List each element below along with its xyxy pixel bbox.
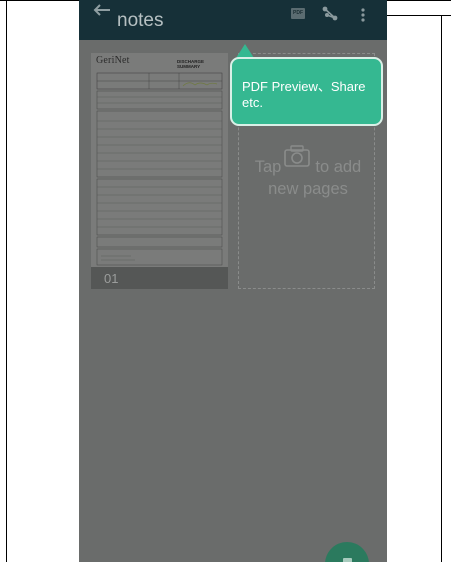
app-toolbar: notes PDF	[79, 0, 387, 40]
tooltip-arrow	[236, 44, 254, 58]
add-fab-button[interactable]	[325, 542, 369, 562]
document-heading: DISCHARGE SUMMARY	[177, 59, 205, 69]
pdf-icon[interactable]: PDF	[291, 8, 305, 19]
add-hint-tap: Tap	[254, 158, 282, 176]
camera-icon	[343, 558, 352, 562]
document-preview	[91, 53, 228, 289]
share-icon[interactable]	[322, 5, 338, 21]
tooltip-text: PDF Preview、Share etc.	[242, 79, 366, 110]
page-number: 01	[104, 271, 119, 286]
add-hint-to-add: to add	[315, 158, 362, 176]
toolbar-title: notes	[117, 10, 164, 31]
more-vert-icon[interactable]	[361, 8, 365, 22]
table-border-left	[6, 0, 7, 562]
add-hint-new-pages: new pages	[268, 180, 348, 198]
table-border-right	[441, 15, 442, 562]
back-arrow-icon[interactable]	[93, 4, 111, 16]
add-page-hint: Tap to add new pages	[239, 156, 377, 200]
onboarding-tooltip[interactable]: PDF Preview、Share etc.	[230, 57, 383, 126]
page-thumbnail[interactable]: GeriNet DISCHARGE SUMMARY 01	[91, 53, 228, 289]
document-logo: GeriNet	[96, 55, 130, 66]
